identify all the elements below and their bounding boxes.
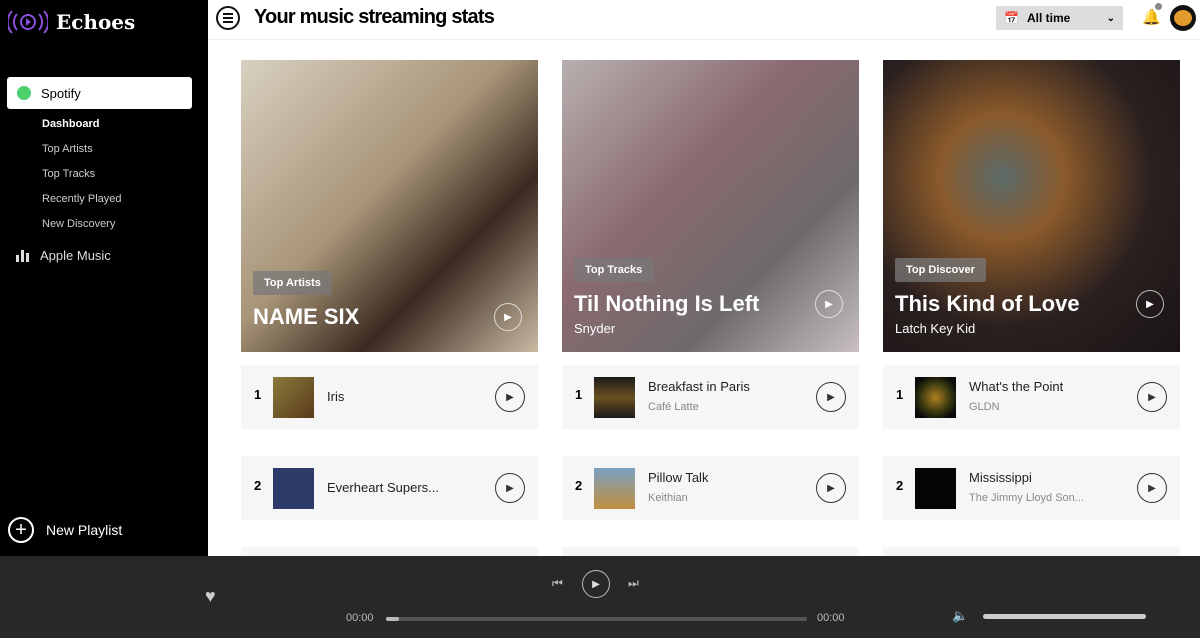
- time-range-select[interactable]: 📅 All time ⌄: [996, 6, 1123, 30]
- time-range-value: All time: [1026, 11, 1071, 25]
- spotify-icon: [17, 86, 31, 100]
- rank: 1: [575, 387, 583, 402]
- album-art: [915, 468, 956, 509]
- echoes-logo-icon: [8, 10, 48, 34]
- menu-icon[interactable]: [216, 6, 240, 30]
- list-item[interactable]: 1 Iris ▶: [241, 365, 538, 429]
- card-title: NAME SIX: [253, 304, 360, 329]
- rank: 2: [575, 478, 583, 493]
- top-artist-card[interactable]: Top Artists NAME SIX ▶: [241, 60, 538, 352]
- progress-slider[interactable]: [386, 617, 807, 621]
- play-icon[interactable]: ▶: [816, 473, 846, 503]
- top-discover-card[interactable]: Top Discover This Kind of Love Latch Key…: [883, 60, 1180, 352]
- track-name: Iris: [327, 389, 345, 404]
- elapsed-time: 00:00: [346, 612, 374, 624]
- sidebar-item-label: Spotify: [41, 85, 81, 101]
- next-icon[interactable]: ⏭: [628, 576, 639, 591]
- play-icon[interactable]: ▶: [494, 303, 522, 331]
- rank: 1: [254, 387, 262, 402]
- plus-icon: +: [8, 517, 34, 543]
- track-name: Everheart Supers...: [327, 480, 439, 495]
- top-track-card[interactable]: Top Tracks Til Nothing Is Left Snyder ▶: [562, 60, 859, 352]
- sidebar: Echoes Spotify Dashboard Top Artists Top…: [0, 0, 208, 556]
- bell-icon[interactable]: 🔔: [1142, 8, 1161, 26]
- app-name: Echoes: [56, 10, 136, 34]
- list-item[interactable]: 2 Everheart Supers... ▶: [241, 456, 538, 520]
- sidebar-item-top-tracks[interactable]: Top Tracks: [42, 168, 95, 180]
- list-item[interactable]: 1 Breakfast in Paris Café Latte ▶: [562, 365, 859, 429]
- track-name: Pillow Talk: [648, 470, 709, 485]
- sidebar-item-dashboard[interactable]: Dashboard: [42, 118, 99, 130]
- list-item[interactable]: 2 Pillow Talk Keithian ▶: [562, 456, 859, 520]
- play-icon[interactable]: ▶: [495, 382, 525, 412]
- album-art: [273, 377, 314, 418]
- previous-icon[interactable]: ⏮: [552, 576, 563, 591]
- play-icon[interactable]: ▶: [1137, 382, 1167, 412]
- play-icon[interactable]: ▶: [815, 290, 843, 318]
- artist-name: GLDN: [969, 401, 1000, 413]
- rank: 1: [896, 387, 904, 402]
- bar-chart-icon: [16, 249, 29, 262]
- album-art: [915, 377, 956, 418]
- track-name: Mississippi: [969, 470, 1032, 485]
- album-art: [273, 468, 314, 509]
- avatar[interactable]: [1170, 5, 1196, 31]
- list-item[interactable]: 2 Mississippi The Jimmy Lloyd Son... ▶: [883, 456, 1180, 520]
- album-art: [594, 377, 635, 418]
- sidebar-item-recently-played[interactable]: Recently Played: [42, 193, 122, 205]
- logo[interactable]: Echoes: [8, 8, 135, 36]
- track-name: What's the Point: [969, 379, 1064, 394]
- sidebar-item-new-discovery[interactable]: New Discovery: [42, 218, 115, 230]
- list-item[interactable]: 1 What's the Point GLDN ▶: [883, 365, 1180, 429]
- play-pause-button[interactable]: ▶: [582, 570, 610, 598]
- sidebar-item-spotify[interactable]: Spotify: [7, 77, 192, 109]
- player-bar: ♥ ⏮ ▶ ⏭ 00:00 00:00 🔈: [0, 556, 1200, 638]
- page-title: Your music streaming stats: [254, 6, 495, 28]
- card-badge: Top Artists: [253, 271, 332, 295]
- new-playlist-label: New Playlist: [46, 522, 123, 538]
- duration-time: 00:00: [817, 612, 845, 624]
- play-icon[interactable]: ▶: [1137, 473, 1167, 503]
- sidebar-item-apple-music[interactable]: Apple Music: [16, 248, 111, 263]
- album-art: [594, 468, 635, 509]
- rank: 2: [254, 478, 262, 493]
- artist-name: Keithian: [648, 492, 688, 504]
- sidebar-item-top-artists[interactable]: Top Artists: [42, 143, 93, 155]
- card-subtitle: Snyder: [574, 321, 616, 336]
- new-playlist-button[interactable]: + New Playlist: [8, 517, 122, 543]
- play-icon[interactable]: ▶: [495, 473, 525, 503]
- card-subtitle: Latch Key Kid: [895, 321, 976, 336]
- card-title: Til Nothing Is Left: [574, 291, 760, 316]
- volume-slider[interactable]: [983, 614, 1146, 619]
- heart-icon[interactable]: ♥: [205, 586, 216, 607]
- track-name: Breakfast in Paris: [648, 379, 750, 394]
- chevron-down-icon: ⌄: [1106, 12, 1115, 24]
- calendar-icon: 📅: [1004, 11, 1019, 25]
- notification-dot: [1155, 3, 1162, 10]
- header: Your music streaming stats 📅 All time ⌄ …: [208, 0, 1200, 40]
- rank: 2: [896, 478, 904, 493]
- card-badge: Top Discover: [895, 258, 986, 282]
- card-title: This Kind of Love: [895, 291, 1080, 316]
- sidebar-item-label: Apple Music: [40, 248, 111, 263]
- volume-icon[interactable]: 🔈: [952, 608, 968, 624]
- artist-name: The Jimmy Lloyd Son...: [969, 492, 1084, 504]
- play-icon[interactable]: ▶: [1136, 290, 1164, 318]
- play-icon[interactable]: ▶: [816, 382, 846, 412]
- card-badge: Top Tracks: [574, 258, 654, 282]
- artist-name: Café Latte: [648, 401, 699, 413]
